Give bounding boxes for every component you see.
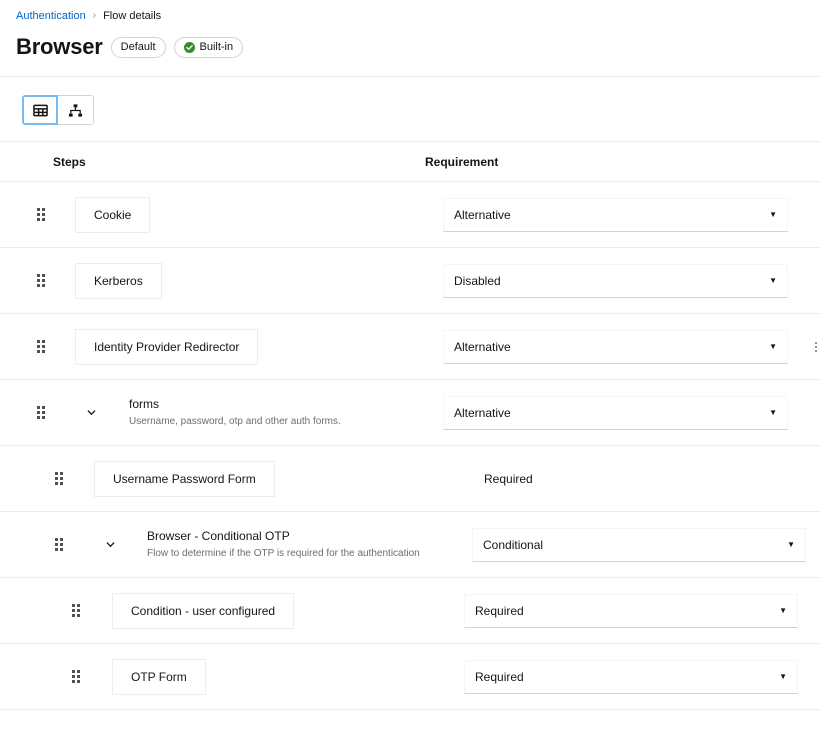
requirement-select[interactable]: Required ▼ xyxy=(464,594,798,628)
page-header: Authentication › Flow details Browser De… xyxy=(0,0,820,76)
chevron-down-icon[interactable] xyxy=(84,406,98,420)
step-title: Browser - Conditional OTP xyxy=(147,529,420,544)
row-actions-kebab-icon[interactable] xyxy=(811,336,820,358)
breadcrumb: Authentication › Flow details xyxy=(16,8,804,34)
toggle-table-view[interactable] xyxy=(22,95,58,125)
drag-handle-icon[interactable] xyxy=(35,207,47,223)
step-title: forms xyxy=(129,397,341,412)
requirement-select-value: Required xyxy=(475,670,524,684)
step-description: Username, password, otp and other auth f… xyxy=(129,415,341,428)
toggle-diagram-view[interactable] xyxy=(58,95,94,125)
check-circle-icon xyxy=(184,42,195,53)
caret-down-icon: ▼ xyxy=(769,211,777,219)
step-box[interactable]: Username Password Form xyxy=(94,461,275,497)
drag-handle-icon[interactable] xyxy=(35,339,47,355)
table-row: Cookie Alternative ▼ xyxy=(0,182,820,248)
drag-handle-icon[interactable] xyxy=(70,669,82,685)
step-box[interactable]: Kerberos xyxy=(75,263,162,299)
caret-down-icon: ▼ xyxy=(779,673,787,681)
step-box[interactable]: Identity Provider Redirector xyxy=(75,329,258,365)
table-row: OTP Form Required ▼ xyxy=(0,644,820,710)
table-row: Browser - Conditional OTP Flow to determi… xyxy=(0,512,820,578)
requirement-select-value: Disabled xyxy=(454,274,501,288)
drag-handle-icon[interactable] xyxy=(53,537,65,553)
step-description: Flow to determine if the OTP is required… xyxy=(147,547,420,560)
flow-steps-table: Steps Requirement CookieAlternative▼Kerb… xyxy=(0,141,820,710)
requirement-select-value: Required xyxy=(475,604,524,618)
step-text-block: forms Username, password, otp and other a… xyxy=(129,397,341,428)
column-header-requirement: Requirement xyxy=(425,155,498,169)
view-toolbar xyxy=(0,77,820,141)
breadcrumb-current-flow-details: Flow details xyxy=(103,8,161,24)
table-icon xyxy=(33,103,48,118)
requirement-select-value: Alternative xyxy=(454,208,511,222)
caret-down-icon: ▼ xyxy=(769,277,777,285)
requirement-select[interactable]: Alternative ▼ xyxy=(443,330,788,364)
requirement-select-value: Conditional xyxy=(483,538,543,552)
title-row: Browser Default Built-in xyxy=(16,34,804,76)
table-row: Kerberos Disabled ▼ xyxy=(0,248,820,314)
table-header-row: Steps Requirement xyxy=(0,142,820,182)
drag-handle-icon[interactable] xyxy=(70,603,82,619)
badge-default: Default xyxy=(111,37,166,58)
requirement-select[interactable]: Alternative ▼ xyxy=(443,198,788,232)
badge-built-in: Built-in xyxy=(174,37,244,58)
badge-built-in-label: Built-in xyxy=(200,41,234,53)
chevron-down-icon[interactable] xyxy=(103,538,117,552)
requirement-select-value: Alternative xyxy=(454,406,511,420)
requirement-select[interactable]: Conditional ▼ xyxy=(472,528,806,562)
caret-down-icon: ▼ xyxy=(779,607,787,615)
column-header-steps: Steps xyxy=(0,155,86,169)
step-box[interactable]: OTP Form xyxy=(112,659,206,695)
view-toggle-group xyxy=(22,95,94,125)
badge-default-label: Default xyxy=(121,41,156,53)
requirement-select[interactable]: Alternative ▼ xyxy=(443,396,788,430)
page-title: Browser xyxy=(16,34,103,60)
step-text-block: Browser - Conditional OTP Flow to determi… xyxy=(147,529,420,560)
requirement-select[interactable]: Required ▼ xyxy=(464,660,798,694)
step-box[interactable]: Condition - user configured xyxy=(112,593,294,629)
breadcrumb-link-authentication[interactable]: Authentication xyxy=(16,8,86,24)
requirement-select[interactable]: Disabled ▼ xyxy=(443,264,788,298)
drag-handle-icon[interactable] xyxy=(35,273,47,289)
table-row: Condition - user configured Required ▼ xyxy=(0,578,820,644)
requirement-select-value: Alternative xyxy=(454,340,511,354)
breadcrumb-separator-icon: › xyxy=(93,8,96,24)
table-row: Username Password Form Required xyxy=(0,446,820,512)
table-body: CookieAlternative▼KerberosDisabled▼Ident… xyxy=(0,182,820,710)
requirement-text: Required xyxy=(484,472,533,486)
sitemap-icon xyxy=(68,103,83,118)
drag-handle-icon[interactable] xyxy=(53,471,65,487)
table-row: Identity Provider Redirector Alternative ▼ xyxy=(0,314,820,380)
caret-down-icon: ▼ xyxy=(769,409,777,417)
table-row: forms Username, password, otp and other a… xyxy=(0,380,820,446)
step-box[interactable]: Cookie xyxy=(75,197,150,233)
caret-down-icon: ▼ xyxy=(769,343,777,351)
caret-down-icon: ▼ xyxy=(787,541,795,549)
drag-handle-icon[interactable] xyxy=(35,405,47,421)
